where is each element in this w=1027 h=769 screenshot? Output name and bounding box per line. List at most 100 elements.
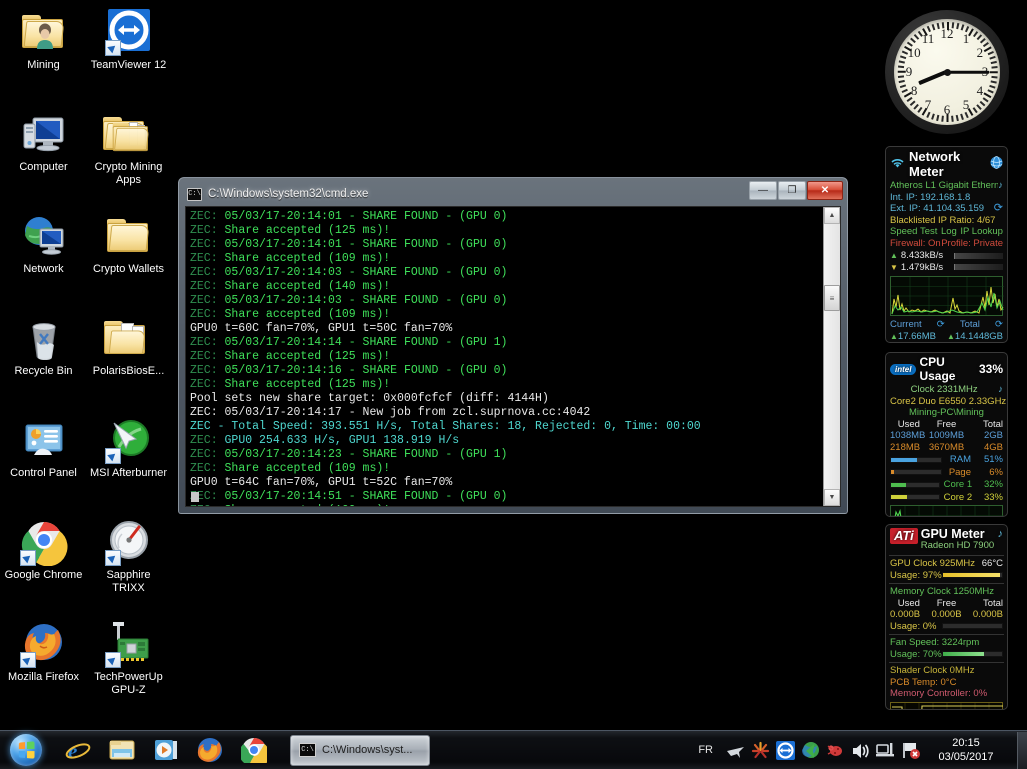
desktop-icon-mozilla-firefox[interactable]: Mozilla Firefox [4,616,83,712]
desktop-icon-msi-afterburner[interactable]: MSI Afterburner [89,412,168,508]
maximize-button[interactable]: ❐ [778,181,806,200]
refresh-current-icon[interactable]: ⟳ [937,319,945,331]
bug-icon[interactable] [825,740,846,761]
show-desktop-button[interactable] [1017,732,1027,769]
clock-tick [980,38,985,43]
clock-tick [977,34,982,39]
refresh-icon[interactable]: ⟳ [994,203,1003,215]
firefox-icon [20,620,68,668]
desktop-icon-label: MSI Afterburner [90,467,167,480]
desktop-icon-google-chrome[interactable]: Google Chrome [4,514,83,610]
computer-icon [20,110,68,158]
cpu-col-used: Used [890,419,928,431]
desktop-icon-computer[interactable]: Computer [4,106,83,202]
clock-numeral: 12 [938,27,956,40]
clock-tick [980,101,985,106]
clock-numeral: 7 [919,98,937,111]
desktop-icon-gpuz[interactable]: TechPowerUp GPU-Z [89,616,168,712]
clock-tick [952,116,954,122]
desktop-icon-crypto-mining-apps[interactable]: Crypto Mining Apps [89,106,168,202]
console-line: ZEC: 05/03/17-20:14:03 - SHARE FOUND - (… [190,294,823,308]
plane-icon[interactable] [725,740,746,761]
scroll-down-button[interactable]: ▼ [824,489,840,506]
volume-icon[interactable] [850,740,871,761]
desktop-icon-control-panel[interactable]: Control Panel [4,412,83,508]
clock-tick [977,104,982,109]
console-line: ZEC: 05/03/17-20:14:01 - SHARE FOUND - (… [190,210,823,224]
desktop-icon-sapphire-trixx[interactable]: Sapphire TRIXX [89,514,168,610]
folder-multi-icon [105,110,153,158]
recycle-bin-icon [20,314,68,362]
gadget-cpu-meter[interactable]: intel CPU Usage 33% Clock 2331MHz ♪ Core… [885,352,1008,517]
ram-total: 2GB [965,430,1003,442]
cmd-scrollbar[interactable]: ▲ ≡ ▼ [823,207,840,506]
cmd-window-title: C:\Windows\system32\cmd.exe [208,188,368,200]
total-upload: 14.1448GB [955,331,1003,343]
console-line: ZEC: Share accepted (109 ms)! [190,308,823,322]
globe-arrow-icon[interactable] [800,740,821,761]
cpu-bar-fill [891,495,907,499]
desktop-icon-crypto-wallets[interactable]: Crypto Wallets [89,208,168,304]
close-button[interactable]: ✕ [807,181,843,200]
external-ip-label: Ext. IP: [890,203,921,214]
desktop[interactable]: Mining TeamViewer 12 [0,0,1027,730]
sunburst-icon[interactable] [750,740,771,761]
taskbar[interactable]: e [0,730,1027,769]
desktop-icon-label: Mozilla Firefox [8,671,79,684]
action-center-flag-icon[interactable] [900,740,921,761]
console-line: ZEC: 05/03/17-20:14:16 - SHARE FOUND - (… [190,364,823,378]
console-line: ZEC: Share accepted (109 ms)! [190,462,823,476]
gpu-mem-used: 0.000B [890,609,928,621]
speed-test-link[interactable]: Speed Test [890,226,937,238]
cmd-console-area[interactable]: ZEC: 05/03/17-20:14:01 - SHARE FOUND - (… [185,206,841,507]
clock-numeral: 4 [971,84,989,97]
cmd-titlebar[interactable]: C:\ C:\Windows\system32\cmd.exe — ❐ ✕ [183,182,843,206]
gadget-gpu-meter[interactable]: ATi GPU Meter Radeon HD 7900 ♪ GPU Clock… [885,524,1008,710]
desktop-icon-network[interactable]: Network [4,208,83,304]
taskbar-button-label: C:\Windows\syst... [322,744,412,756]
blacklisted-ip-ratio: Blacklisted IP Ratio: 4/67 [886,215,1007,227]
taskbar-media-player[interactable] [144,733,188,767]
taskbar-button-cmd[interactable]: C:\ C:\Windows\syst... [290,735,430,766]
language-indicator[interactable]: FR [688,744,723,756]
taskbar-windows-explorer[interactable] [100,733,144,767]
scroll-up-button[interactable]: ▲ [824,207,840,224]
desktop-icon-polarisbios[interactable]: PolarisBiosE... [89,310,168,406]
minimize-button[interactable]: — [749,181,777,200]
media-player-icon [153,737,179,763]
cpu-meter-title: CPU Usage [919,355,976,383]
scrollbar-thumb[interactable]: ≡ [824,285,840,311]
cmd-window[interactable]: C:\ C:\Windows\system32\cmd.exe — ❐ ✕ ZE… [178,177,848,514]
cpu-page-row: 218MB 3670MB 4GB [886,442,1007,454]
start-button[interactable] [2,733,50,768]
desktop-icon-label: Crypto Wallets [93,263,164,276]
windows-explorer-icon [109,737,135,763]
shortcut-overlay-icon [105,448,121,464]
cpu-bar-label: Core 2 [944,492,977,504]
network-icon [20,212,68,260]
teamviewer-tray-icon[interactable] [775,740,796,761]
gadget-clock[interactable]: 121234567891011 [882,6,1012,138]
ip-lookup-link[interactable]: IP Lookup [960,226,1003,238]
clock-center-pin [944,69,951,76]
network-tray-icon[interactable] [875,740,896,761]
desktop-icon-recycle-bin[interactable]: Recycle Bin [4,310,83,406]
refresh-total-icon[interactable]: ⟳ [995,319,1003,331]
taskbar-internet-explorer[interactable]: e [56,733,100,767]
log-link[interactable]: Log [941,226,957,238]
shortcut-overlay-icon [20,550,36,566]
chrome-icon [241,737,267,763]
taskbar-chrome[interactable] [232,733,276,767]
gadget-network-meter[interactable]: Network Meter Atheros L1 Gigabit Etherne… [885,146,1008,343]
cpu-bar-value: 51% [979,454,1003,466]
gpu-mem-total: 0.000B [965,609,1003,621]
desktop-icon-label: Computer [19,161,67,174]
cpu-bar-value: 32% [980,479,1003,491]
taskbar-clock[interactable]: 20:15 03/05/2017 [923,736,1009,764]
desktop-icon-label: Sapphire TRIXX [90,569,168,594]
clock-tick [910,38,915,43]
taskbar-firefox[interactable] [188,733,232,767]
desktop-icon-mining[interactable]: Mining [4,4,83,100]
clock-tick [899,61,905,64]
desktop-icon-teamviewer[interactable]: TeamViewer 12 [89,4,168,100]
